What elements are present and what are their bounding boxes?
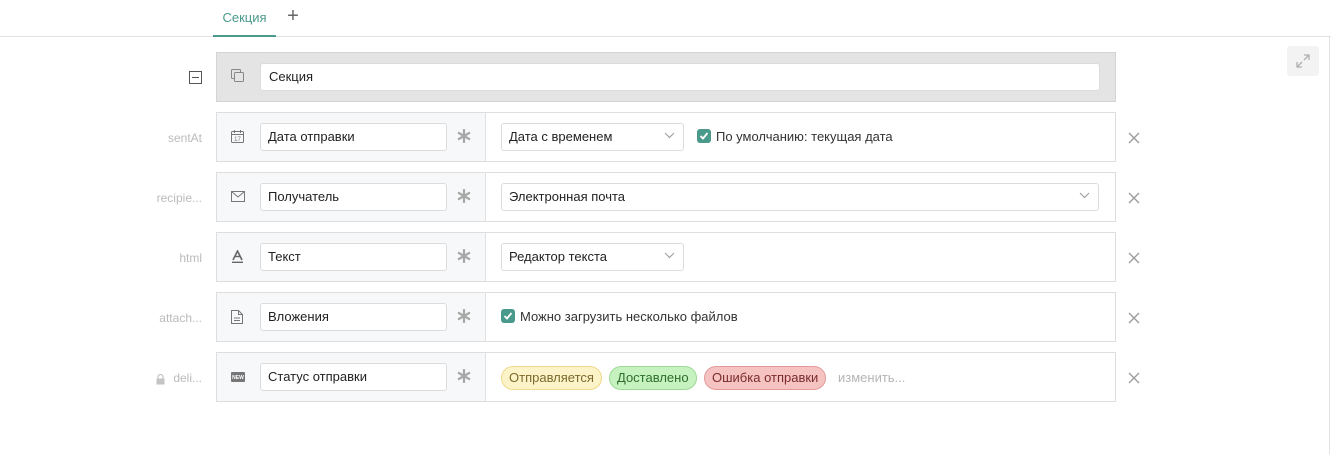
multiple-files-label: Можно загрузить несколько файлов [520, 309, 738, 324]
field-name-area: NEW Статус отправки [217, 353, 486, 401]
delete-field-icon[interactable] [1128, 312, 1140, 324]
delete-field-icon[interactable] [1128, 192, 1140, 204]
status-badge-sending: Отправляется [501, 366, 602, 390]
chevron-down-icon [664, 132, 675, 139]
multiple-files-checkbox[interactable] [501, 309, 515, 323]
check-icon [503, 312, 513, 320]
required-asterisk-icon[interactable] [457, 128, 471, 144]
field-name-area: Вложения [217, 293, 486, 341]
field-row-attachments: Вложения Можно загрузить несколько файло… [216, 292, 1116, 342]
field-name-area: Получатель [217, 173, 486, 221]
field-row-sentat: 17 Дата отправки Дата с временем По умол… [216, 112, 1116, 162]
chevron-down-icon [664, 252, 675, 259]
status-badge-delivered: Доставлено [609, 366, 697, 390]
delete-field-icon[interactable] [1128, 252, 1140, 264]
section-icon [231, 69, 245, 86]
section-title-input[interactable]: Секция [260, 63, 1100, 91]
field-row-delivery-status: NEW Статус отправки Отправляется Доставл… [216, 352, 1116, 402]
delete-field-icon[interactable] [1128, 132, 1140, 144]
delete-field-icon[interactable] [1128, 372, 1140, 384]
required-asterisk-icon[interactable] [457, 248, 471, 264]
field-key: recipie... [156, 191, 202, 205]
status-badge-error: Ошибка отправки [704, 366, 827, 390]
field-name-input[interactable]: Вложения [260, 303, 447, 331]
field-row-html: Текст Редактор текста [216, 232, 1116, 282]
field-name-input[interactable]: Статус отправки [260, 363, 447, 391]
required-asterisk-icon[interactable] [457, 308, 471, 324]
tab-section[interactable]: Секция [213, 0, 276, 37]
calendar-icon: 17 [231, 130, 244, 146]
field-type-select[interactable]: Дата с временем [501, 123, 684, 151]
field-key: deli... [173, 371, 202, 385]
required-asterisk-icon[interactable] [457, 188, 471, 204]
tab-bar: Секция + [0, 0, 1331, 37]
check-icon [699, 132, 709, 140]
field-key: attach... [159, 311, 202, 325]
text-format-icon [231, 249, 244, 266]
field-name-input[interactable]: Дата отправки [260, 123, 447, 151]
field-type-value: Электронная почта [509, 189, 626, 204]
status-new-icon: NEW [231, 370, 245, 385]
field-key: sentAt [167, 131, 202, 145]
add-tab-button[interactable]: + [284, 6, 302, 28]
svg-text:17: 17 [234, 137, 241, 143]
field-name-input[interactable]: Получатель [260, 183, 447, 211]
field-row-recipient: Получатель Электронная почта [216, 172, 1116, 222]
change-statuses-link[interactable]: изменить... [838, 370, 905, 385]
field-type-select[interactable]: Редактор текста [501, 243, 684, 271]
default-current-date-checkbox[interactable] [697, 129, 711, 143]
expand-icon [1296, 54, 1310, 68]
field-type-value: Редактор текста [509, 249, 607, 264]
chevron-down-icon [1079, 192, 1090, 199]
default-current-date-label: По умолчанию: текущая дата [716, 129, 893, 144]
field-key: html [179, 251, 202, 265]
collapse-section-button[interactable] [189, 71, 202, 84]
svg-text:NEW: NEW [232, 375, 244, 381]
expand-button[interactable] [1287, 46, 1319, 76]
field-name-area: Текст [217, 233, 486, 281]
required-asterisk-icon[interactable] [457, 368, 471, 384]
field-name-area: 17 Дата отправки [217, 113, 486, 161]
envelope-icon [231, 190, 245, 205]
field-name-input[interactable]: Текст [260, 243, 447, 271]
section-row: Секция [216, 52, 1116, 102]
document-icon [231, 310, 243, 327]
panel-divider [1329, 37, 1330, 454]
field-type-select[interactable]: Электронная почта [501, 183, 1099, 211]
field-type-value: Дата с временем [509, 129, 613, 144]
